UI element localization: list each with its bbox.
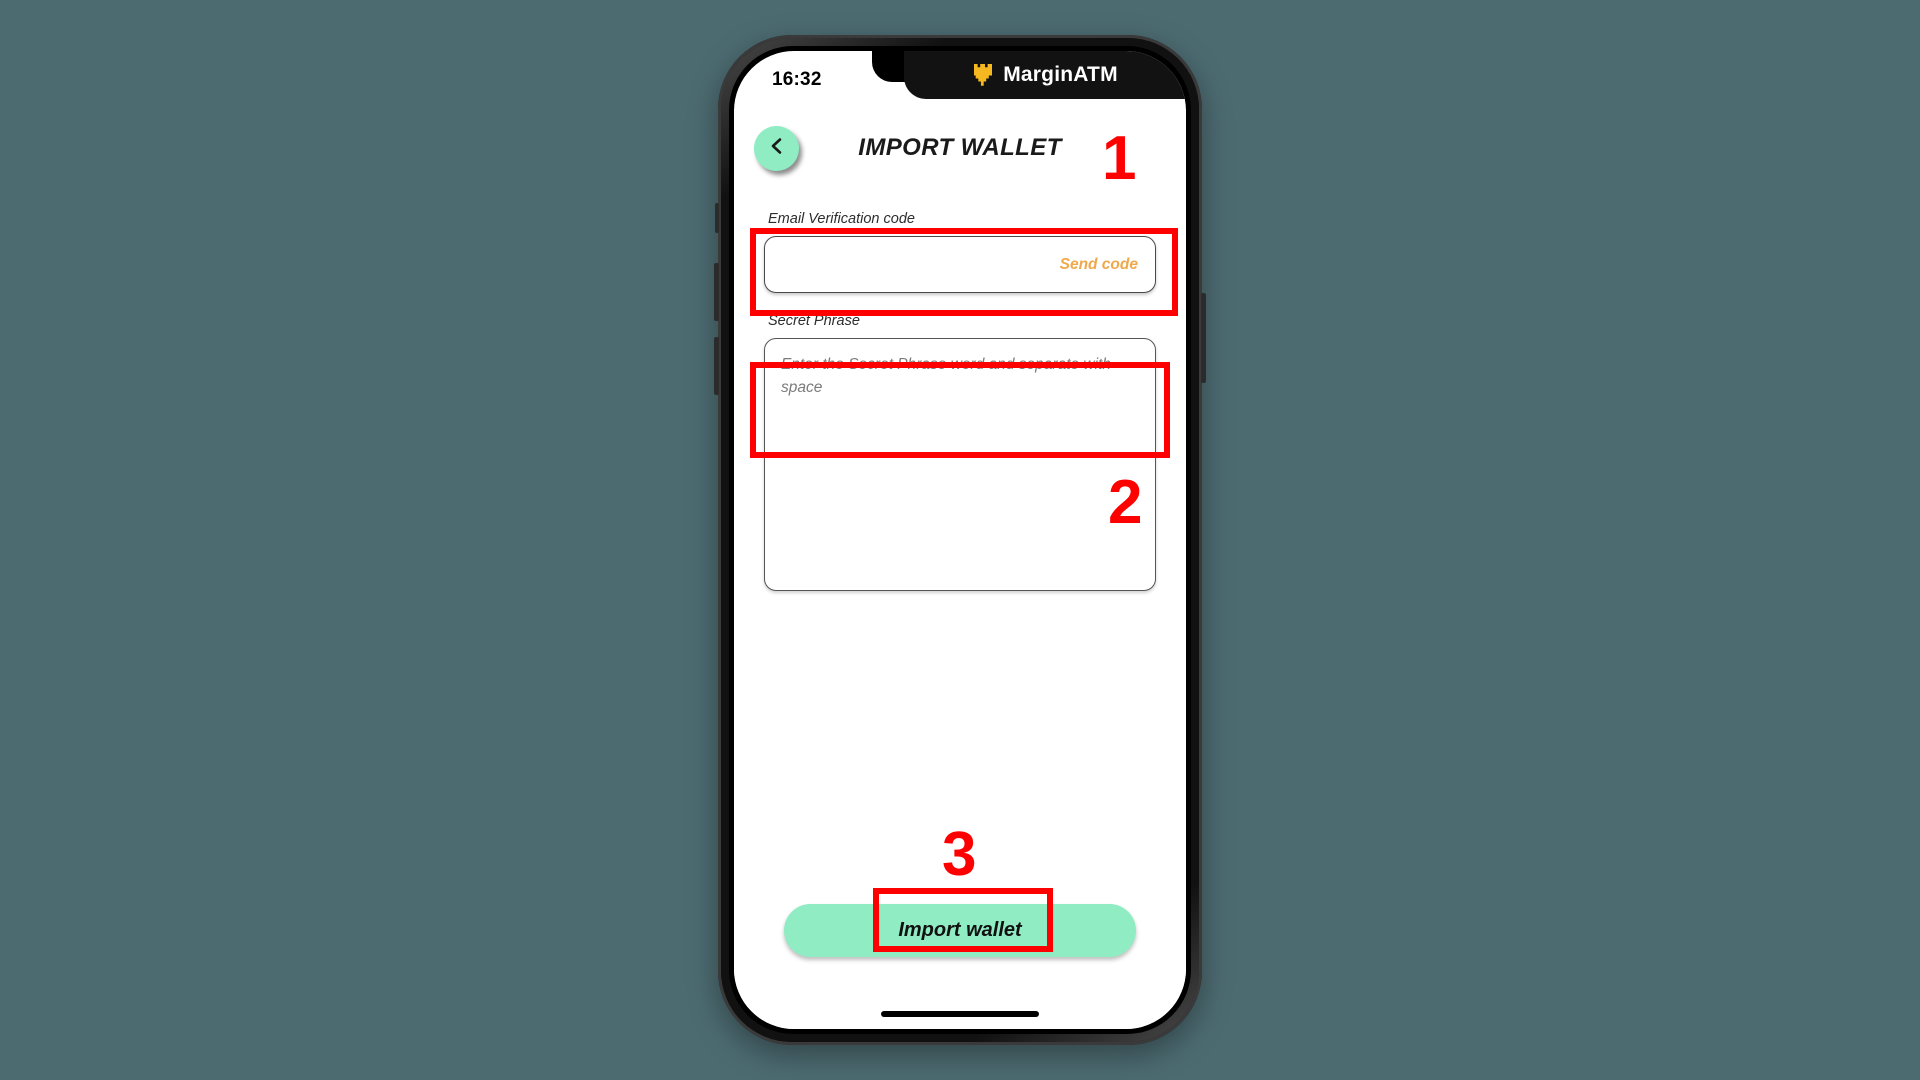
email-verification-code-label: Email Verification code: [768, 211, 915, 227]
app-content: IMPORT WALLET Email Verification code Se…: [734, 109, 1186, 1029]
email-verification-code-field[interactable]: Send code: [764, 236, 1156, 293]
mute-switch[interactable]: [715, 203, 719, 233]
import-wallet-form: Email Verification code Send code Secret…: [734, 211, 1186, 591]
status-bar-time: 16:32: [772, 69, 822, 90]
marginatm-crown-icon: [972, 62, 994, 88]
import-wallet-action-row: Import wallet: [734, 904, 1186, 957]
import-wallet-button[interactable]: Import wallet: [784, 904, 1136, 957]
page-title: IMPORT WALLET: [858, 134, 1062, 161]
marginatm-brand-banner: MarginATM: [904, 51, 1186, 99]
secret-phrase-label: Secret Phrase: [768, 313, 860, 329]
volume-down-button[interactable]: [714, 337, 719, 395]
volume-up-button[interactable]: [714, 263, 719, 321]
secret-phrase-placeholder: Enter the Secret Phrase word and separat…: [781, 356, 1111, 397]
phone-device-frame: 16:32 MarginATM IMPORT WALLET Email Veri…: [714, 35, 1206, 1045]
phone-bezel: 16:32 MarginATM IMPORT WALLET Email Veri…: [729, 46, 1191, 1034]
secret-phrase-input[interactable]: Enter the Secret Phrase word and separat…: [764, 338, 1156, 591]
screenshot-canvas: 16:32 MarginATM IMPORT WALLET Email Veri…: [0, 0, 1920, 1080]
app-header: IMPORT WALLET: [734, 109, 1186, 191]
home-indicator[interactable]: [881, 1011, 1039, 1017]
send-code-button[interactable]: Send code: [1060, 256, 1138, 274]
phone-screen: 16:32 MarginATM IMPORT WALLET Email Veri…: [734, 51, 1186, 1029]
marginatm-brand-name: MarginATM: [1003, 63, 1118, 86]
power-button[interactable]: [1201, 293, 1206, 383]
